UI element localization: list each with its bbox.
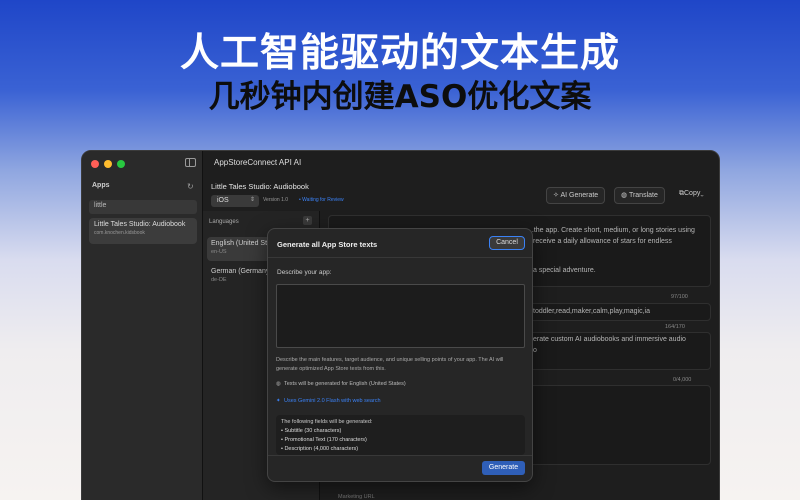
keywords-counter: 97/100 bbox=[671, 294, 688, 300]
review-status: • Waiting for Review bbox=[299, 197, 344, 203]
window-controls bbox=[91, 160, 125, 168]
search-input[interactable]: little bbox=[89, 200, 197, 214]
copy-button[interactable]: ⧉Copy⌄ bbox=[673, 187, 710, 204]
fields-header: The following fields will be generated: bbox=[281, 419, 373, 425]
translate-button[interactable]: ◍ Translate bbox=[614, 187, 665, 204]
describe-label: Describe your app: bbox=[277, 269, 332, 276]
keywords-text: toddler,read,maker,calm,play,magic,ia bbox=[533, 308, 650, 315]
app-description-textarea[interactable] bbox=[276, 284, 525, 348]
field-item: • Description (4,000 characters) bbox=[281, 446, 359, 452]
description-text-line: receive a daily allowance of stars for e… bbox=[533, 238, 672, 245]
app-title: Little Tales Studio: Audiobook bbox=[211, 182, 309, 191]
copy-label: Copy bbox=[684, 190, 701, 197]
whatsnew-counter: 0/4,000 bbox=[673, 377, 692, 383]
generate-button[interactable]: Generate bbox=[482, 461, 525, 475]
sparkle-icon: ✦ bbox=[276, 398, 281, 404]
fields-summary: The following fields will be generated: … bbox=[276, 415, 525, 455]
sidebar-header: Apps bbox=[92, 182, 110, 189]
minimize-button[interactable] bbox=[104, 160, 112, 168]
promo-counter: 164/170 bbox=[665, 324, 685, 330]
field-item: • Subtitle (30 characters) bbox=[281, 428, 342, 434]
helper-text: Describe the main features, target audie… bbox=[276, 357, 504, 372]
refresh-icon[interactable]: ↻ bbox=[187, 182, 194, 191]
dialog-title: Generate all App Store texts bbox=[277, 240, 378, 249]
review-status-text: Waiting for Review bbox=[302, 197, 344, 203]
zoom-button[interactable] bbox=[117, 160, 125, 168]
divider bbox=[268, 257, 532, 258]
divider bbox=[268, 455, 532, 456]
globe-icon: ◍ bbox=[276, 381, 281, 387]
app-bundle-id: com.knochen.kidsbook bbox=[94, 230, 145, 236]
version-label: Version 1.0 bbox=[263, 197, 289, 203]
hero-subheadline: 几秒钟内创建ASO优化文案 bbox=[208, 79, 592, 115]
app-list-item[interactable]: Little Tales Studio: Audiobook com.knoch… bbox=[89, 218, 197, 244]
app-name: Little Tales Studio: Audiobook bbox=[94, 221, 186, 228]
language-note-text: Texts will be generated for English (Uni… bbox=[284, 381, 406, 387]
ai-generate-label: AI Generate bbox=[560, 192, 599, 199]
model-note: ✦ Uses Gemini 2.0 Flash with web search bbox=[276, 398, 381, 404]
window-title: AppStoreConnect API AI bbox=[214, 158, 302, 167]
close-button[interactable] bbox=[91, 160, 99, 168]
promo-text-line: erate custom AI audiobooks and immersive… bbox=[533, 336, 686, 343]
globe-icon: ◍ bbox=[621, 192, 629, 199]
generate-texts-dialog: Generate all App Store texts Cancel Desc… bbox=[267, 228, 533, 482]
chevron-down-icon: ⌄ bbox=[700, 190, 704, 197]
field-item: • Promotional Text (170 characters) bbox=[281, 437, 367, 443]
sidebar-toggle-icon[interactable] bbox=[185, 158, 196, 167]
promo-text-line: o bbox=[533, 347, 537, 354]
marketing-url-label: Marketing URL bbox=[338, 494, 375, 500]
sidebar: Apps ↻ little Little Tales Studio: Audio… bbox=[82, 151, 203, 500]
cancel-button[interactable]: Cancel bbox=[489, 236, 525, 250]
ai-generate-button[interactable]: ✧ AI Generate bbox=[546, 187, 606, 204]
chevron-updown-icon: ⇕ bbox=[249, 197, 255, 203]
model-note-text: Uses Gemini 2.0 Flash with web search bbox=[284, 398, 381, 404]
platform-value: iOS bbox=[217, 197, 229, 204]
translate-label: Translate bbox=[628, 192, 658, 199]
description-text-line: a special adventure. bbox=[533, 267, 596, 274]
description-text-line: ...the app. Create short, medium, or lon… bbox=[528, 227, 695, 234]
add-language-button[interactable]: + bbox=[303, 216, 312, 225]
platform-select[interactable]: iOS ⇕ bbox=[211, 195, 259, 207]
language-note: ◍ Texts will be generated for English (Un… bbox=[276, 381, 406, 387]
languages-header: Languages bbox=[209, 219, 239, 225]
hero-headline: 人工智能驱动的文本生成 bbox=[179, 31, 620, 76]
